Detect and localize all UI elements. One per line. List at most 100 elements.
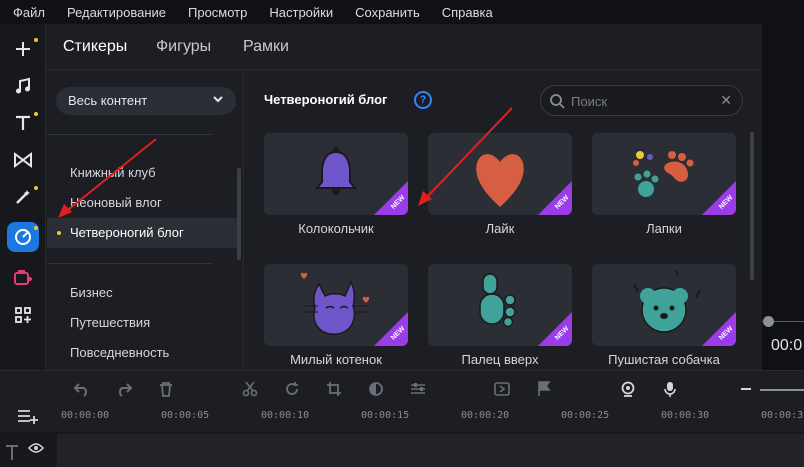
category-travel[interactable]: Путешествия — [47, 308, 237, 338]
menu-bar: Файл Редактирование Просмотр Настройки С… — [0, 0, 804, 24]
category-business[interactable]: Бизнес — [47, 278, 237, 308]
sticker-paws[interactable]: NEW — [592, 133, 736, 215]
redo-button[interactable] — [114, 379, 134, 399]
transitions-tool-button[interactable] — [7, 145, 39, 175]
track-lane[interactable] — [57, 434, 804, 467]
sticker-label: Колокольчик — [298, 221, 374, 236]
notification-dot — [34, 38, 38, 42]
music-tool-button[interactable] — [7, 71, 39, 101]
gallery-scrollbar[interactable] — [750, 132, 754, 280]
sticker-label: Милый котенок — [290, 352, 382, 367]
effects-tool-button[interactable] — [7, 182, 39, 212]
category-four-legged-blog[interactable]: Четвероногий блог — [47, 218, 237, 248]
sticker-like[interactable]: NEW — [428, 133, 572, 215]
webcam-button[interactable] — [618, 379, 638, 399]
category-label: Бизнес — [70, 285, 113, 300]
divider — [47, 263, 212, 264]
undo-button[interactable] — [72, 379, 92, 399]
redo-icon — [119, 383, 133, 397]
tab-shapes[interactable]: Фигуры — [156, 38, 211, 56]
trash-icon — [160, 382, 172, 397]
clear-search-icon[interactable]: ✕ — [720, 92, 732, 109]
rotate-button[interactable] — [282, 379, 302, 399]
magic-wand-icon — [16, 190, 30, 204]
category-label: Книжный клуб — [70, 165, 156, 180]
sticker-thumbs-up[interactable]: NEW — [428, 264, 572, 346]
add-media-button[interactable] — [7, 34, 39, 64]
crop-button[interactable] — [324, 379, 344, 399]
notification-dot — [34, 226, 38, 230]
rotate-icon — [286, 382, 298, 395]
menu-view[interactable]: Просмотр — [188, 5, 247, 20]
category-neon-vlog[interactable]: Неоновый влог — [47, 188, 237, 218]
category-everyday[interactable]: Повседневность — [47, 338, 237, 360]
tab-stickers[interactable]: Стикеры — [63, 38, 127, 56]
ruler-tick: 00:00:3 — [761, 410, 804, 421]
sticker-gallery: Четвероногий блог ? Поиск ✕ NEW NEW NEW … — [245, 70, 762, 370]
sticker-label: Пушистая собачка — [608, 352, 720, 367]
category-scrollbar[interactable] — [237, 168, 241, 260]
transitions-icon — [14, 152, 32, 168]
ruler-tick: 00:00:05 — [161, 410, 210, 421]
properties-button[interactable] — [408, 379, 428, 399]
microphone-icon — [664, 382, 676, 397]
content-filter-value: Весь контент — [68, 93, 148, 108]
plus-icon — [16, 42, 30, 56]
undo-icon — [73, 383, 87, 397]
chevron-down-icon — [213, 96, 223, 103]
clip-export-icon — [494, 382, 510, 396]
timeline-toolbar — [0, 370, 804, 406]
menu-help[interactable]: Справка — [442, 5, 493, 20]
delete-button[interactable] — [156, 379, 176, 399]
sliders-icon — [411, 383, 425, 394]
marker-button[interactable] — [534, 379, 554, 399]
menu-file[interactable]: Файл — [13, 5, 45, 20]
sticker-bell[interactable]: NEW — [264, 133, 408, 215]
preview-timecode: 00:0 — [771, 337, 803, 354]
category-book-club[interactable]: Книжный клуб — [47, 158, 237, 188]
gallery-title: Четвероногий блог — [264, 92, 388, 107]
menu-edit[interactable]: Редактирование — [67, 5, 166, 20]
ruler-tick: 00:00:25 — [561, 410, 610, 421]
text-icon — [16, 115, 30, 130]
export-clip-button[interactable] — [492, 379, 512, 399]
color-adjust-button[interactable] — [366, 379, 386, 399]
ruler-tick: 00:00:00 — [61, 410, 110, 421]
tab-frames[interactable]: Рамки — [243, 38, 289, 56]
sticker-icon — [15, 229, 31, 245]
eye-icon[interactable] — [28, 442, 44, 454]
add-track-icon[interactable] — [17, 408, 39, 424]
search-input[interactable]: Поиск ✕ — [540, 85, 743, 116]
content-filter-dropdown[interactable]: Весь контент — [56, 87, 236, 115]
minus-icon — [741, 388, 751, 390]
zoom-slider[interactable] — [760, 389, 804, 391]
menu-settings[interactable]: Настройки — [269, 5, 333, 20]
voiceover-button[interactable] — [660, 379, 680, 399]
menu-save[interactable]: Сохранить — [355, 5, 420, 20]
category-label: Четвероногий блог — [70, 225, 184, 240]
ruler-tick: 00:00:30 — [661, 410, 710, 421]
sticker-cute-kitten[interactable]: NEW — [264, 264, 408, 346]
sticker-label: Лайк — [485, 221, 515, 236]
scissors-icon — [242, 381, 258, 397]
playback-scrubber[interactable] — [763, 316, 774, 327]
text-track-icon — [6, 445, 18, 460]
grid-icon — [15, 307, 31, 323]
new-indicator-dot — [57, 231, 61, 235]
timeline-ruler: 00:00:00 00:00:05 00:00:10 00:00:15 00:0… — [0, 406, 804, 432]
stickers-tool-button[interactable] — [7, 222, 39, 252]
webcam-icon — [621, 381, 635, 397]
ruler-tick: 00:00:15 — [361, 410, 410, 421]
notification-dot — [34, 112, 38, 116]
cut-button[interactable] — [240, 379, 260, 399]
sticker-label: Лапки — [646, 221, 682, 236]
more-tools-button[interactable] — [7, 300, 39, 330]
text-tool-button[interactable] — [7, 108, 39, 138]
stickers-tab-bar: Стикеры Фигуры Рамки — [47, 24, 762, 70]
help-icon[interactable]: ? — [414, 91, 432, 109]
category-label: Путешествия — [70, 315, 151, 330]
text-track — [0, 432, 804, 467]
sticker-fluffy-dog[interactable]: NEW — [592, 264, 736, 346]
store-tool-button[interactable] — [7, 262, 39, 292]
zoom-out-button[interactable] — [736, 379, 756, 399]
